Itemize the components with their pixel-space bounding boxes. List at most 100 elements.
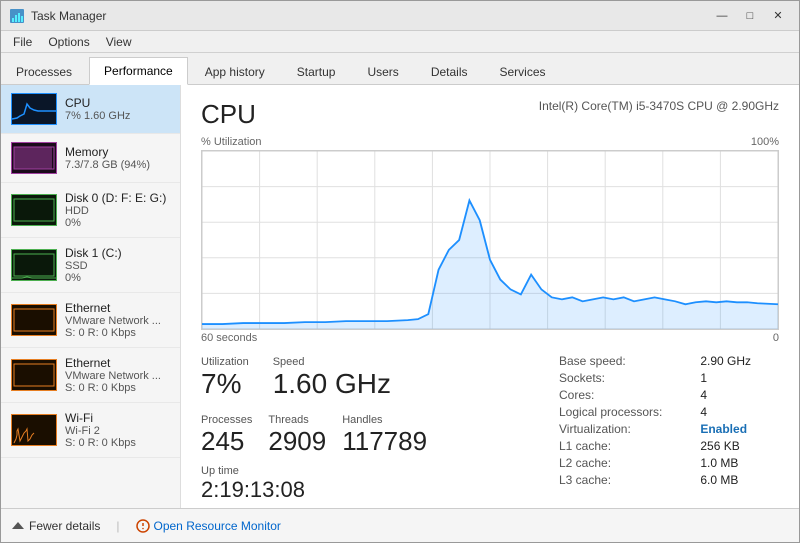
speed-label: Speed [273, 356, 391, 368]
l1cache-value: 256 KB [700, 439, 779, 453]
disk0-sub2: 0% [65, 217, 170, 229]
cpu-name: CPU [65, 96, 170, 110]
wifi-sub2: S: 0 R: 0 Kbps [65, 437, 170, 449]
disk0-name: Disk 0 (D: F: E: G:) [65, 191, 170, 205]
processes-stat: Processes 245 [201, 410, 252, 461]
l2cache-label: L2 cache: [559, 456, 690, 470]
ethernet2-sub1: VMware Network ... [65, 370, 170, 382]
detail-panel: CPU Intel(R) Core(TM) i5-3470S CPU @ 2.9… [181, 85, 799, 508]
processes-value: 245 [201, 426, 252, 457]
threads-stat: Threads 2909 [268, 410, 326, 461]
cores-value: 4 [700, 388, 779, 402]
sidebar-item-memory[interactable]: Memory 7.3/7.8 GB (94%) [1, 134, 180, 183]
wifi-sub1: Wi-Fi 2 [65, 425, 170, 437]
open-resource-monitor-label: Open Resource Monitor [154, 519, 281, 533]
memory-sub: 7.3/7.8 GB (94%) [65, 159, 170, 171]
sockets-label: Sockets: [559, 371, 690, 385]
close-button[interactable]: ✕ [765, 6, 791, 26]
fewer-details-label: Fewer details [29, 519, 100, 533]
disk1-thumbnail [11, 249, 57, 281]
disk0-sub1: HDD [65, 205, 170, 217]
virtualization-label: Virtualization: [559, 422, 690, 436]
tab-app-history[interactable]: App history [190, 58, 280, 85]
sidebar-item-disk1[interactable]: Disk 1 (C:) SSD 0% [1, 238, 180, 293]
ethernet2-thumbnail [11, 359, 57, 391]
sidebar-item-ethernet1[interactable]: Ethernet VMware Network ... S: 0 R: 0 Kb… [1, 293, 180, 348]
sidebar-item-ethernet2[interactable]: Ethernet VMware Network ... S: 0 R: 0 Kb… [1, 348, 180, 403]
chart-y-max: 100% [751, 136, 779, 148]
title-bar: Task Manager — □ ✕ [1, 1, 799, 31]
logical-processors-value: 4 [700, 405, 779, 419]
open-resource-monitor-link[interactable]: Open Resource Monitor [136, 519, 281, 533]
chart-area: % Utilization 100% [201, 136, 779, 344]
threads-value: 2909 [268, 426, 326, 457]
sidebar-item-disk0[interactable]: Disk 0 (D: F: E: G:) HDD 0% [1, 183, 180, 238]
cpu-chart [202, 151, 778, 329]
virtualization-value: Enabled [700, 422, 779, 436]
detail-title: CPU [201, 99, 256, 130]
minimize-button[interactable]: — [709, 6, 735, 26]
title-controls: — □ ✕ [709, 6, 791, 26]
disk1-info: Disk 1 (C:) SSD 0% [65, 246, 170, 284]
memory-name: Memory [65, 145, 170, 159]
processes-label: Processes [201, 414, 252, 426]
tab-startup[interactable]: Startup [282, 58, 351, 85]
disk1-sub2: 0% [65, 272, 170, 284]
memory-thumbnail [11, 142, 57, 174]
handles-stat: Handles 117789 [342, 410, 427, 461]
chevron-up-icon [11, 519, 25, 533]
ethernet2-sub2: S: 0 R: 0 Kbps [65, 382, 170, 394]
menu-view[interactable]: View [98, 33, 140, 51]
chart-x-right: 0 [773, 332, 779, 344]
window-title: Task Manager [31, 9, 106, 23]
ethernet1-name: Ethernet [65, 301, 170, 315]
disk1-sub1: SSD [65, 260, 170, 272]
detail-right-stats: Base speed: 2.90 GHz Sockets: 1 Cores: 4… [559, 352, 779, 503]
menu-file[interactable]: File [5, 33, 40, 51]
tab-details[interactable]: Details [416, 58, 483, 85]
sidebar-item-wifi[interactable]: Wi-Fi Wi-Fi 2 S: 0 R: 0 Kbps [1, 403, 180, 458]
wifi-thumbnail [11, 414, 57, 446]
task-manager-window: Task Manager — □ ✕ File Options View Pro… [0, 0, 800, 543]
cpu-thumbnail [11, 93, 57, 125]
ethernet1-thumbnail [11, 304, 57, 336]
base-speed-value: 2.90 GHz [700, 354, 779, 368]
uptime-block: Up time 2:19:13:08 [201, 465, 559, 503]
main-content: CPU 7% 1.60 GHz Memory 7.3/7.8 GB (94%) [1, 85, 799, 508]
ethernet1-sub1: VMware Network ... [65, 315, 170, 327]
chart-y-label: % Utilization [201, 136, 262, 148]
ethernet2-info: Ethernet VMware Network ... S: 0 R: 0 Kb… [65, 356, 170, 394]
ethernet1-info: Ethernet VMware Network ... S: 0 R: 0 Kb… [65, 301, 170, 339]
handles-value: 117789 [342, 426, 427, 457]
sidebar-item-cpu[interactable]: CPU 7% 1.60 GHz [1, 85, 180, 134]
menu-bar: File Options View [1, 31, 799, 53]
detail-left-stats: Utilization 7% Speed 1.60 GHz Processes … [201, 352, 559, 503]
fewer-details-button[interactable]: Fewer details [11, 519, 100, 533]
ethernet2-name: Ethernet [65, 356, 170, 370]
memory-info: Memory 7.3/7.8 GB (94%) [65, 145, 170, 171]
l3cache-label: L3 cache: [559, 473, 690, 487]
ethernet1-sub2: S: 0 R: 0 Kbps [65, 327, 170, 339]
detail-subtitle: Intel(R) Core(TM) i5-3470S CPU @ 2.90GHz [539, 99, 779, 113]
chart-x-label: 60 seconds [201, 332, 257, 344]
footer: Fewer details | Open Resource Monitor [1, 508, 799, 542]
disk1-name: Disk 1 (C:) [65, 246, 170, 260]
utilization-label: Utilization [201, 356, 249, 368]
menu-options[interactable]: Options [40, 33, 97, 51]
sidebar: CPU 7% 1.60 GHz Memory 7.3/7.8 GB (94%) [1, 85, 181, 508]
logical-processors-label: Logical processors: [559, 405, 690, 419]
app-icon [9, 8, 25, 24]
cpu-info: CPU 7% 1.60 GHz [65, 96, 170, 122]
chart-labels-top: % Utilization 100% [201, 136, 779, 148]
tab-performance[interactable]: Performance [89, 57, 188, 85]
tab-users[interactable]: Users [352, 58, 413, 85]
tab-services[interactable]: Services [485, 58, 561, 85]
maximize-button[interactable]: □ [737, 6, 763, 26]
disk0-thumbnail [11, 194, 57, 226]
monitor-icon [136, 519, 150, 533]
cpu-sub: 7% 1.60 GHz [65, 110, 170, 122]
chart-container [201, 150, 779, 330]
speed-value: 1.60 GHz [273, 368, 391, 400]
disk0-info: Disk 0 (D: F: E: G:) HDD 0% [65, 191, 170, 229]
tab-processes[interactable]: Processes [1, 58, 87, 85]
